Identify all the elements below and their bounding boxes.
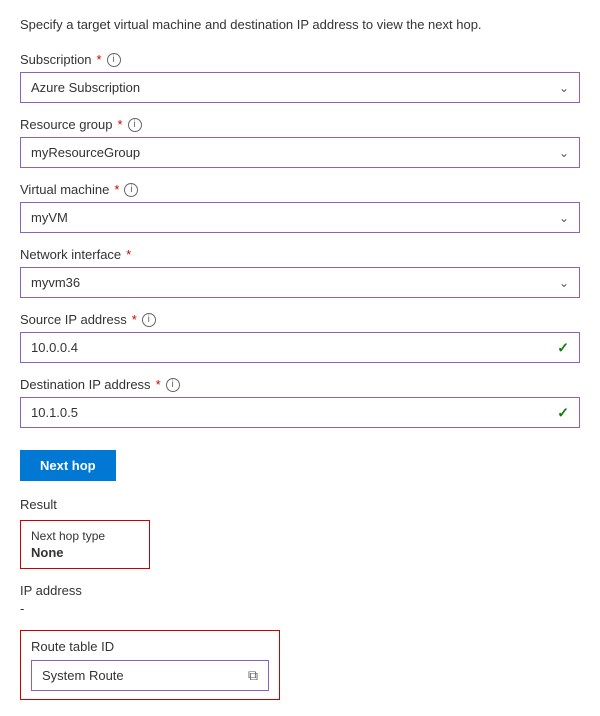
- resource-group-select[interactable]: myResourceGroup: [21, 138, 579, 167]
- resource-group-label-text: Resource group: [20, 117, 113, 132]
- subscription-label-text: Subscription: [20, 52, 92, 67]
- virtual-machine-label: Virtual machine * i: [20, 182, 580, 197]
- source-ip-check-icon: ✓: [557, 339, 569, 356]
- resource-group-required: *: [118, 117, 123, 132]
- source-ip-info-icon[interactable]: i: [142, 313, 156, 327]
- destination-ip-label-text: Destination IP address: [20, 377, 151, 392]
- next-hop-type-label: Next hop type: [31, 529, 139, 543]
- virtual-machine-select[interactable]: myVM: [21, 203, 579, 232]
- destination-ip-required: *: [156, 377, 161, 392]
- subscription-select[interactable]: Azure Subscription: [21, 73, 579, 102]
- result-section-label: Result: [20, 497, 580, 512]
- subscription-group: Subscription * i Azure Subscription ⌄: [20, 52, 580, 103]
- route-table-label: Route table ID: [31, 639, 269, 654]
- network-interface-label-text: Network interface: [20, 247, 121, 262]
- virtual-machine-label-text: Virtual machine: [20, 182, 109, 197]
- source-ip-label-text: Source IP address: [20, 312, 127, 327]
- copy-icon[interactable]: ⧉: [248, 667, 258, 684]
- virtual-machine-required: *: [114, 182, 119, 197]
- ip-address-label: IP address: [20, 583, 580, 598]
- subscription-info-icon[interactable]: i: [107, 53, 121, 67]
- resource-group-info-icon[interactable]: i: [128, 118, 142, 132]
- network-interface-required: *: [126, 247, 131, 262]
- network-interface-select[interactable]: myvm36: [21, 268, 579, 297]
- route-table-value: System Route: [42, 668, 240, 683]
- destination-ip-input[interactable]: [21, 398, 579, 427]
- source-ip-input-wrapper: ✓: [20, 332, 580, 363]
- route-table-box: Route table ID System Route ⧉: [20, 630, 280, 700]
- source-ip-group: Source IP address * i ✓: [20, 312, 580, 363]
- network-interface-group: Network interface * myvm36 ⌄: [20, 247, 580, 298]
- resource-group-label: Resource group * i: [20, 117, 580, 132]
- route-table-inner: System Route ⧉: [31, 660, 269, 691]
- description: Specify a target virtual machine and des…: [20, 16, 580, 34]
- network-interface-label: Network interface *: [20, 247, 580, 262]
- virtual-machine-info-icon[interactable]: i: [124, 183, 138, 197]
- destination-ip-input-wrapper: ✓: [20, 397, 580, 428]
- destination-ip-info-icon[interactable]: i: [166, 378, 180, 392]
- subscription-select-wrapper: Azure Subscription ⌄: [20, 72, 580, 103]
- source-ip-label: Source IP address * i: [20, 312, 580, 327]
- ip-address-section: IP address -: [20, 583, 580, 616]
- source-ip-input[interactable]: [21, 333, 579, 362]
- resource-group-select-wrapper: myResourceGroup ⌄: [20, 137, 580, 168]
- destination-ip-label: Destination IP address * i: [20, 377, 580, 392]
- ip-address-value: -: [20, 601, 580, 616]
- virtual-machine-group: Virtual machine * i myVM ⌄: [20, 182, 580, 233]
- destination-ip-group: Destination IP address * i ✓: [20, 377, 580, 428]
- subscription-label: Subscription * i: [20, 52, 580, 67]
- virtual-machine-select-wrapper: myVM ⌄: [20, 202, 580, 233]
- next-hop-button[interactable]: Next hop: [20, 450, 116, 481]
- next-hop-type-box: Next hop type None: [20, 520, 150, 569]
- destination-ip-check-icon: ✓: [557, 404, 569, 421]
- next-hop-type-value: None: [31, 545, 139, 560]
- result-section: Result Next hop type None IP address - R…: [20, 497, 580, 700]
- resource-group-group: Resource group * i myResourceGroup ⌄: [20, 117, 580, 168]
- source-ip-required: *: [132, 312, 137, 327]
- subscription-required: *: [97, 52, 102, 67]
- network-interface-select-wrapper: myvm36 ⌄: [20, 267, 580, 298]
